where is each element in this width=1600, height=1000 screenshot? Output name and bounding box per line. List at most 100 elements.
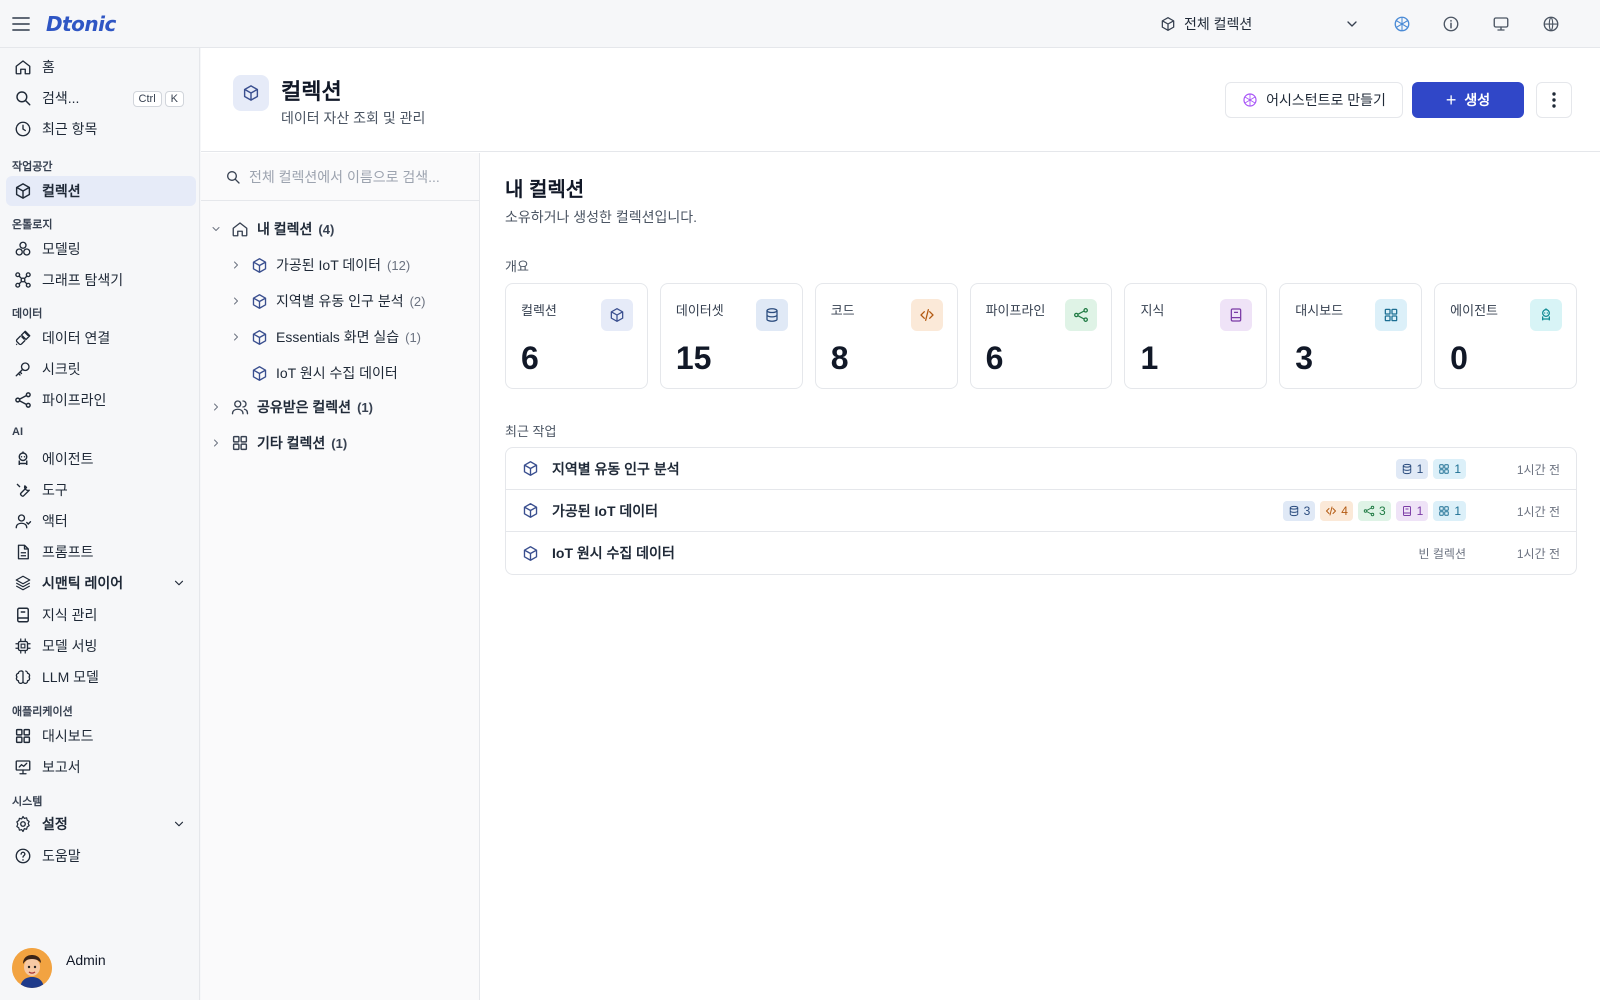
sidebar-item-modeling[interactable]: 모델링: [6, 234, 196, 264]
stat-card-value: 8: [830, 340, 849, 376]
stat-card-collections[interactable]: 컬렉션 6: [505, 283, 648, 389]
search-icon: [16, 91, 31, 106]
sidebar-item-secrets[interactable]: 시크릿: [6, 354, 196, 384]
monitor-icon[interactable]: [1489, 12, 1513, 36]
kbd-ctrl: Ctrl: [132, 91, 162, 107]
sidebar-item-settings[interactable]: 설정: [6, 809, 196, 839]
section-data: 데이터: [12, 308, 43, 320]
tree-group-shared-collections[interactable]: 공유받은 컬렉션 (1): [209, 393, 373, 421]
sidebar-item-recent[interactable]: 최근 항목: [6, 114, 196, 144]
sidebar-item-home[interactable]: 홈: [6, 52, 196, 82]
chevron-right-icon[interactable]: [229, 295, 243, 307]
tree-item-count: (12): [387, 257, 411, 273]
create-button[interactable]: + 생성: [1412, 82, 1524, 118]
help-icon: [15, 848, 31, 864]
collection-scope-select[interactable]: 전체 컬렉션: [1160, 8, 1360, 40]
tree-item[interactable]: 가공된 IoT 데이터 (12): [229, 251, 410, 279]
user-name: Admin: [66, 952, 106, 968]
ai-assistant-icon[interactable]: [1390, 12, 1414, 36]
tree-item-count: (2): [409, 293, 426, 309]
stat-card-label: 코드: [830, 303, 855, 318]
sidebar-item-semantic-layer[interactable]: 시맨틱 레이어: [6, 568, 196, 598]
info-icon[interactable]: [1439, 12, 1463, 36]
stat-card-pipelines[interactable]: 파이프라인 6: [969, 283, 1113, 389]
home-icon: [15, 60, 31, 75]
pipeline-icon: [14, 391, 32, 409]
stat-card-value: 15: [675, 340, 712, 376]
sidebar-item-data-connection[interactable]: 데이터 연결: [6, 323, 196, 353]
chevron-right-icon[interactable]: [229, 259, 243, 271]
sidebar-item-label: 시크릿: [42, 361, 81, 377]
kebab-menu-icon: [1552, 92, 1556, 108]
sidebar-item-reports[interactable]: 보고서: [6, 752, 196, 782]
stat-card-value: 0: [1450, 340, 1468, 376]
tree-item[interactable]: Essentials 화면 실습 (1): [229, 323, 421, 351]
sidebar-item-prompts[interactable]: 프롬프트: [6, 537, 196, 567]
sidebar-item-pipeline[interactable]: 파이프라인: [6, 385, 196, 415]
tree-group-my-collections[interactable]: 내 컬렉션 (4): [209, 215, 334, 243]
cube-icon: [522, 545, 540, 562]
sidebar-item-label: 시맨틱 레이어: [42, 575, 124, 591]
user-profile[interactable]: Admin: [12, 948, 106, 988]
users-icon: [231, 400, 249, 415]
sidebar-item-tools[interactable]: 도구: [6, 475, 196, 505]
tree-item[interactable]: IoT 원시 수집 데이터: [229, 359, 398, 387]
sidebar-item-label: 검색...: [42, 90, 80, 106]
sidebar-item-actors[interactable]: 액터: [6, 506, 196, 536]
button-label: 어시스턴트로 만들기: [1266, 92, 1386, 108]
chevron-right-icon[interactable]: [209, 401, 223, 413]
chevron-right-icon[interactable]: [229, 331, 243, 343]
button-label: 생성: [1464, 92, 1491, 108]
database-icon: [755, 299, 788, 331]
top-bar: Dtonic 전체 컬렉션: [0, 0, 1600, 48]
list-item[interactable]: IoT 원시 수집 데이터 빈 컬렉션 1시간 전: [506, 532, 1576, 574]
stat-card-label: 데이터셋: [675, 303, 724, 318]
page-header: 컬렉션 데이터 자산 조회 및 관리 어시스턴트로 만들기 + 생성: [201, 48, 1600, 152]
chevron-down-icon: [1344, 16, 1360, 32]
chevron-right-icon[interactable]: [209, 437, 223, 449]
badge-value: 3: [1303, 504, 1311, 518]
more-options-button[interactable]: [1536, 82, 1572, 118]
list-item[interactable]: 지역별 유동 인구 분석 1 1 1시간 전: [506, 448, 1576, 490]
stat-card-value: 1: [1140, 340, 1159, 376]
sidebar-item-llm-models[interactable]: LLM 모델: [6, 662, 196, 692]
collection-search-input[interactable]: [249, 168, 469, 185]
stat-card-knowledge[interactable]: 지식 1: [1124, 283, 1268, 389]
sidebar-item-help[interactable]: 도움말: [6, 841, 196, 871]
stat-card-dashboards[interactable]: 대시보드 3: [1279, 283, 1423, 389]
avatar: [12, 948, 52, 988]
sidebar-item-graph-explorer[interactable]: 그래프 탐색기: [6, 265, 196, 295]
page-subtitle: 데이터 자산 조회 및 관리: [281, 110, 426, 126]
sidebar-item-dashboards[interactable]: 대시보드: [6, 721, 196, 751]
section-workspace: 작업공간: [12, 161, 53, 173]
sidebar-item-collections[interactable]: 컬렉션: [6, 176, 196, 206]
badge-value: 1: [1416, 504, 1424, 518]
tree-item[interactable]: 지역별 유동 인구 분석 (2): [229, 287, 425, 315]
dataset-count-badge: 3: [1282, 501, 1316, 521]
list-item[interactable]: 가공된 IoT 데이터 3 4 3 1 1 1시간 전: [506, 490, 1576, 532]
create-with-assistant-button[interactable]: 어시스턴트로 만들기: [1225, 82, 1403, 118]
tree-group-other-collections[interactable]: 기타 컬렉션 (1): [209, 429, 347, 457]
hamburger-menu-icon[interactable]: [10, 14, 32, 34]
app-logo[interactable]: Dtonic: [46, 12, 116, 36]
sidebar-item-label: 도구: [42, 482, 68, 498]
sidebar: 홈 검색... Ctrl K 최근 항목 작업공간 컬렉션 온톨로지 모델링 그래…: [0, 48, 200, 1000]
sidebar-item-label: 설정: [42, 816, 68, 832]
stat-card-datasets[interactable]: 데이터셋 15: [659, 283, 803, 389]
sidebar-item-label: 데이터 연결: [42, 330, 111, 346]
globe-icon[interactable]: [1539, 12, 1563, 36]
sidebar-item-model-serving[interactable]: 모델 서빙: [6, 631, 196, 661]
sidebar-item-search[interactable]: 검색... Ctrl K: [6, 83, 196, 113]
recent-item-name: IoT 원시 수집 데이터: [552, 545, 675, 561]
chevron-down-icon[interactable]: [209, 223, 223, 235]
search-shortcut: Ctrl K: [130, 89, 184, 107]
graph-icon: [15, 272, 31, 288]
tree-group-label: 내 컬렉션: [257, 221, 313, 237]
sidebar-item-knowledge[interactable]: 지식 관리: [6, 600, 196, 630]
stat-card-agents[interactable]: 에이전트 0: [1434, 283, 1578, 389]
sidebar-item-agents[interactable]: 에이전트: [6, 444, 196, 474]
badge-value: 1: [1454, 462, 1461, 476]
stat-card-code[interactable]: 코드 8: [814, 283, 958, 389]
code-icon: [910, 299, 943, 331]
cube-icon: [233, 75, 269, 111]
